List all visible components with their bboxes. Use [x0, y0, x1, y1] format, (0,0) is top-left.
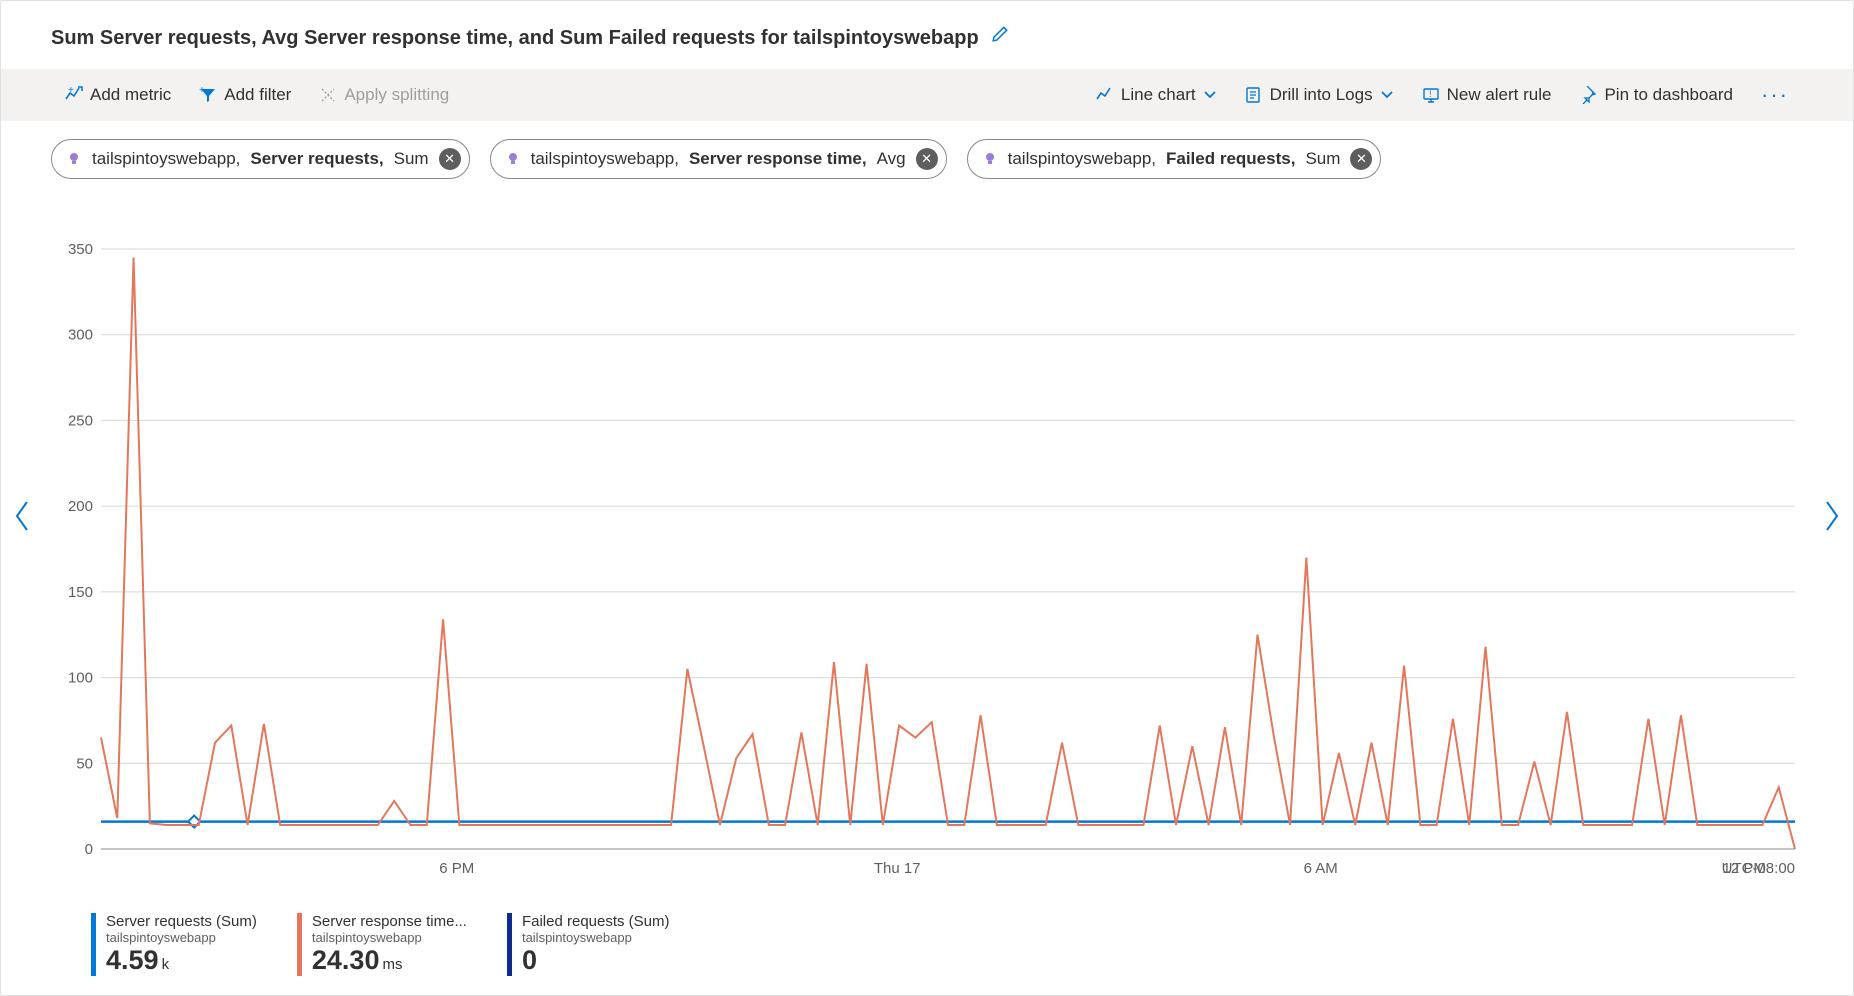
toolbar: + Add metric + Add filter Apply splittin…: [1, 69, 1853, 121]
remove-pill-icon[interactable]: ✕: [439, 148, 461, 170]
add-filter-button[interactable]: + Add filter: [185, 69, 305, 121]
apply-splitting-button: Apply splitting: [305, 69, 463, 121]
svg-text:+: +: [68, 86, 74, 96]
lightbulb-icon: [66, 151, 82, 167]
lightbulb-icon: [982, 151, 998, 167]
chevron-down-icon: [1380, 88, 1394, 102]
svg-text:+: +: [199, 86, 205, 96]
svg-text:100: 100: [68, 670, 93, 687]
metric-pills-row: tailspintoyswebapp, Server requests, Sum…: [1, 121, 1853, 179]
svg-text:350: 350: [68, 241, 93, 258]
line-chart: 0501001502002503003506 PMThu 176 AM12 PM…: [51, 239, 1805, 899]
svg-text:!: !: [1429, 89, 1432, 99]
page-title: Sum Server requests, Avg Server response…: [51, 27, 979, 50]
legend-item[interactable]: Failed requests (Sum) tailspintoyswebapp…: [507, 913, 670, 976]
remove-pill-icon[interactable]: ✕: [916, 148, 938, 170]
new-alert-rule-button[interactable]: ! New alert rule: [1408, 69, 1566, 121]
legend: Server requests (Sum) tailspintoyswebapp…: [1, 899, 1853, 976]
metric-pill[interactable]: tailspintoyswebapp, Server response time…: [490, 139, 947, 179]
pin-to-dashboard-button[interactable]: Pin to dashboard: [1565, 69, 1747, 121]
remove-pill-icon[interactable]: ✕: [1350, 148, 1372, 170]
chevron-down-icon: [1203, 88, 1217, 102]
edit-title-icon[interactable]: [989, 25, 1009, 51]
svg-text:150: 150: [68, 584, 93, 601]
svg-text:50: 50: [76, 755, 93, 772]
add-metric-button[interactable]: + Add metric: [51, 69, 185, 121]
svg-text:UTC-08:00: UTC-08:00: [1722, 860, 1795, 877]
metric-pill[interactable]: tailspintoyswebapp, Server requests, Sum…: [51, 139, 470, 179]
svg-text:0: 0: [85, 841, 93, 858]
lightbulb-icon: [505, 151, 521, 167]
svg-text:250: 250: [68, 412, 93, 429]
more-button[interactable]: ···: [1747, 69, 1803, 121]
svg-text:Thu 17: Thu 17: [874, 860, 921, 877]
legend-item[interactable]: Server requests (Sum) tailspintoyswebapp…: [91, 913, 257, 976]
metric-pill[interactable]: tailspintoyswebapp, Failed requests, Sum…: [967, 139, 1382, 179]
legend-item[interactable]: Server response time... tailspintoysweba…: [297, 913, 467, 976]
svg-text:6 AM: 6 AM: [1304, 860, 1338, 877]
drill-into-logs-button[interactable]: Drill into Logs: [1231, 69, 1408, 121]
svg-text:6 PM: 6 PM: [439, 860, 474, 877]
chart-area: 0501001502002503003506 PMThu 176 AM12 PM…: [1, 179, 1853, 899]
svg-text:200: 200: [68, 498, 93, 515]
chart-type-button[interactable]: Line chart: [1082, 69, 1231, 121]
svg-text:300: 300: [68, 327, 93, 344]
